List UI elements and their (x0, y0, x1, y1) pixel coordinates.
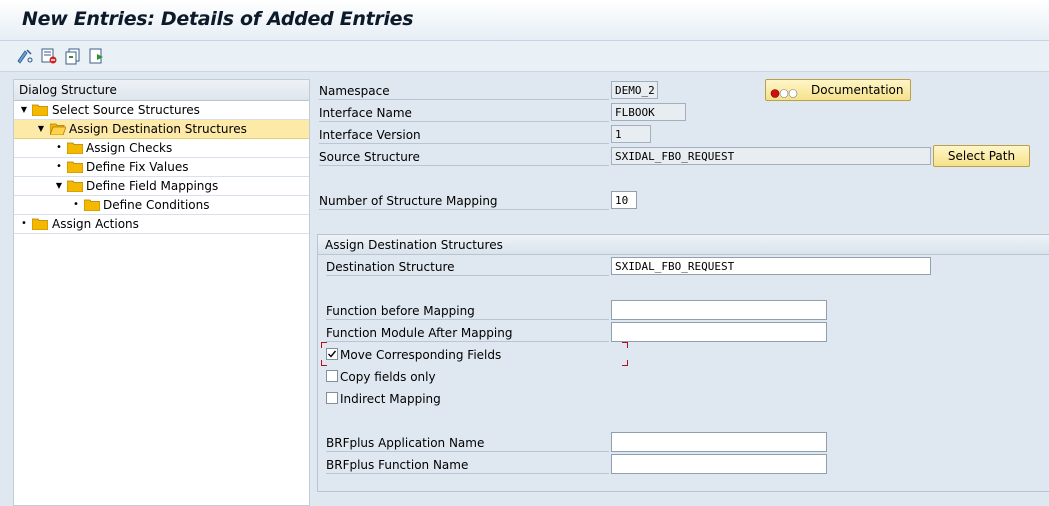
next-entry-icon[interactable] (88, 47, 106, 65)
tree-item-assign-actions[interactable]: • Assign Actions (14, 215, 309, 234)
move-corresponding-checkbox[interactable] (326, 348, 338, 360)
indirect-mapping-checkbox[interactable] (326, 392, 338, 404)
tree-item-label: Define Fix Values (86, 160, 189, 174)
focus-frame-corner (321, 360, 327, 366)
function-after-label: Function Module After Mapping (326, 325, 609, 342)
destination-structure-label: Destination Structure (326, 259, 609, 276)
tree-item-select-source-structures[interactable]: ▼ Select Source Structures (14, 101, 309, 120)
expand-arrow-icon[interactable]: ▼ (36, 120, 46, 138)
namespace-field[interactable]: DEMO_2 (611, 81, 658, 99)
tree-item-label: Select Source Structures (52, 103, 200, 117)
tree-item-define-fix-values[interactable]: • Define Fix Values (14, 158, 309, 177)
bullet-icon: • (21, 218, 27, 229)
application-toolbar (0, 41, 1049, 72)
focus-frame-corner (622, 360, 628, 366)
tree-item-define-field-mappings[interactable]: ▼ Define Field Mappings (14, 177, 309, 196)
tree-item-label: Assign Destination Structures (69, 122, 247, 136)
delete-row-icon[interactable] (40, 47, 58, 65)
brf-app-name-label: BRFplus Application Name (326, 435, 609, 452)
tree-item-label: Assign Actions (52, 217, 139, 231)
folder-icon (31, 217, 49, 231)
tree-item-assign-checks[interactable]: • Assign Checks (14, 139, 309, 158)
tree-item-define-conditions[interactable]: • Define Conditions (14, 196, 309, 215)
tree-item-label: Define Conditions (103, 198, 210, 212)
interface-name-label: Interface Name (319, 105, 609, 122)
tree-header: Dialog Structure (14, 80, 309, 101)
move-corresponding-label: Move Corresponding Fields (340, 348, 502, 362)
namespace-label: Namespace (319, 83, 609, 100)
brf-function-name-field[interactable] (611, 454, 827, 474)
number-of-mapping-field[interactable]: 10 (611, 191, 637, 209)
brf-function-name-label: BRFplus Function Name (326, 457, 609, 474)
function-before-label: Function before Mapping (326, 303, 609, 320)
folder-icon (31, 103, 49, 117)
source-structure-field[interactable]: SXIDAL_FBO_REQUEST (611, 147, 931, 165)
indirect-mapping-label: Indirect Mapping (340, 392, 441, 406)
focus-frame-corner (622, 342, 628, 348)
bullet-icon: • (56, 161, 62, 172)
function-after-field[interactable] (611, 322, 827, 342)
tree-item-label: Define Field Mappings (86, 179, 219, 193)
checkmark-icon (328, 350, 337, 358)
bullet-icon: • (56, 142, 62, 153)
folder-icon (66, 179, 84, 193)
select-path-button[interactable]: Select Path (933, 145, 1030, 167)
folder-icon (66, 141, 84, 155)
traffic-light-icon (770, 85, 798, 98)
number-of-mapping-label: Number of Structure Mapping (319, 193, 609, 210)
copy-fields-only-label: Copy fields only (340, 370, 436, 384)
tree-item-label: Assign Checks (86, 141, 173, 155)
dialog-structure-tree: Dialog Structure ▼ Select Source Structu… (13, 79, 310, 506)
open-folder-icon (49, 122, 67, 136)
page-title: New Entries: Details of Added Entries (22, 8, 414, 30)
expand-arrow-icon[interactable]: ▼ (54, 177, 64, 195)
title-bar: New Entries: Details of Added Entries (0, 0, 1049, 41)
documentation-label: Documentation (811, 83, 904, 97)
tree-item-assign-destination-structures[interactable]: ▼ Assign Destination Structures (14, 120, 309, 139)
folder-icon (66, 160, 84, 174)
expand-arrow-icon[interactable]: ▼ (19, 101, 29, 119)
copy-entry-icon[interactable] (64, 47, 82, 65)
bullet-icon: • (73, 199, 79, 210)
interface-version-field[interactable]: 1 (611, 125, 651, 143)
interface-name-field[interactable]: FLBOOK (611, 103, 686, 121)
documentation-button[interactable]: Documentation (765, 79, 911, 101)
brf-app-name-field[interactable] (611, 432, 827, 452)
destination-structure-field[interactable]: SXIDAL_FBO_REQUEST (611, 257, 931, 275)
copy-fields-only-checkbox[interactable] (326, 370, 338, 382)
interface-version-label: Interface Version (319, 127, 609, 144)
display-change-icon[interactable] (16, 47, 34, 65)
group-title: Assign Destination Structures (318, 235, 1049, 255)
folder-icon (83, 198, 101, 212)
function-before-field[interactable] (611, 300, 827, 320)
source-structure-label: Source Structure (319, 149, 609, 166)
